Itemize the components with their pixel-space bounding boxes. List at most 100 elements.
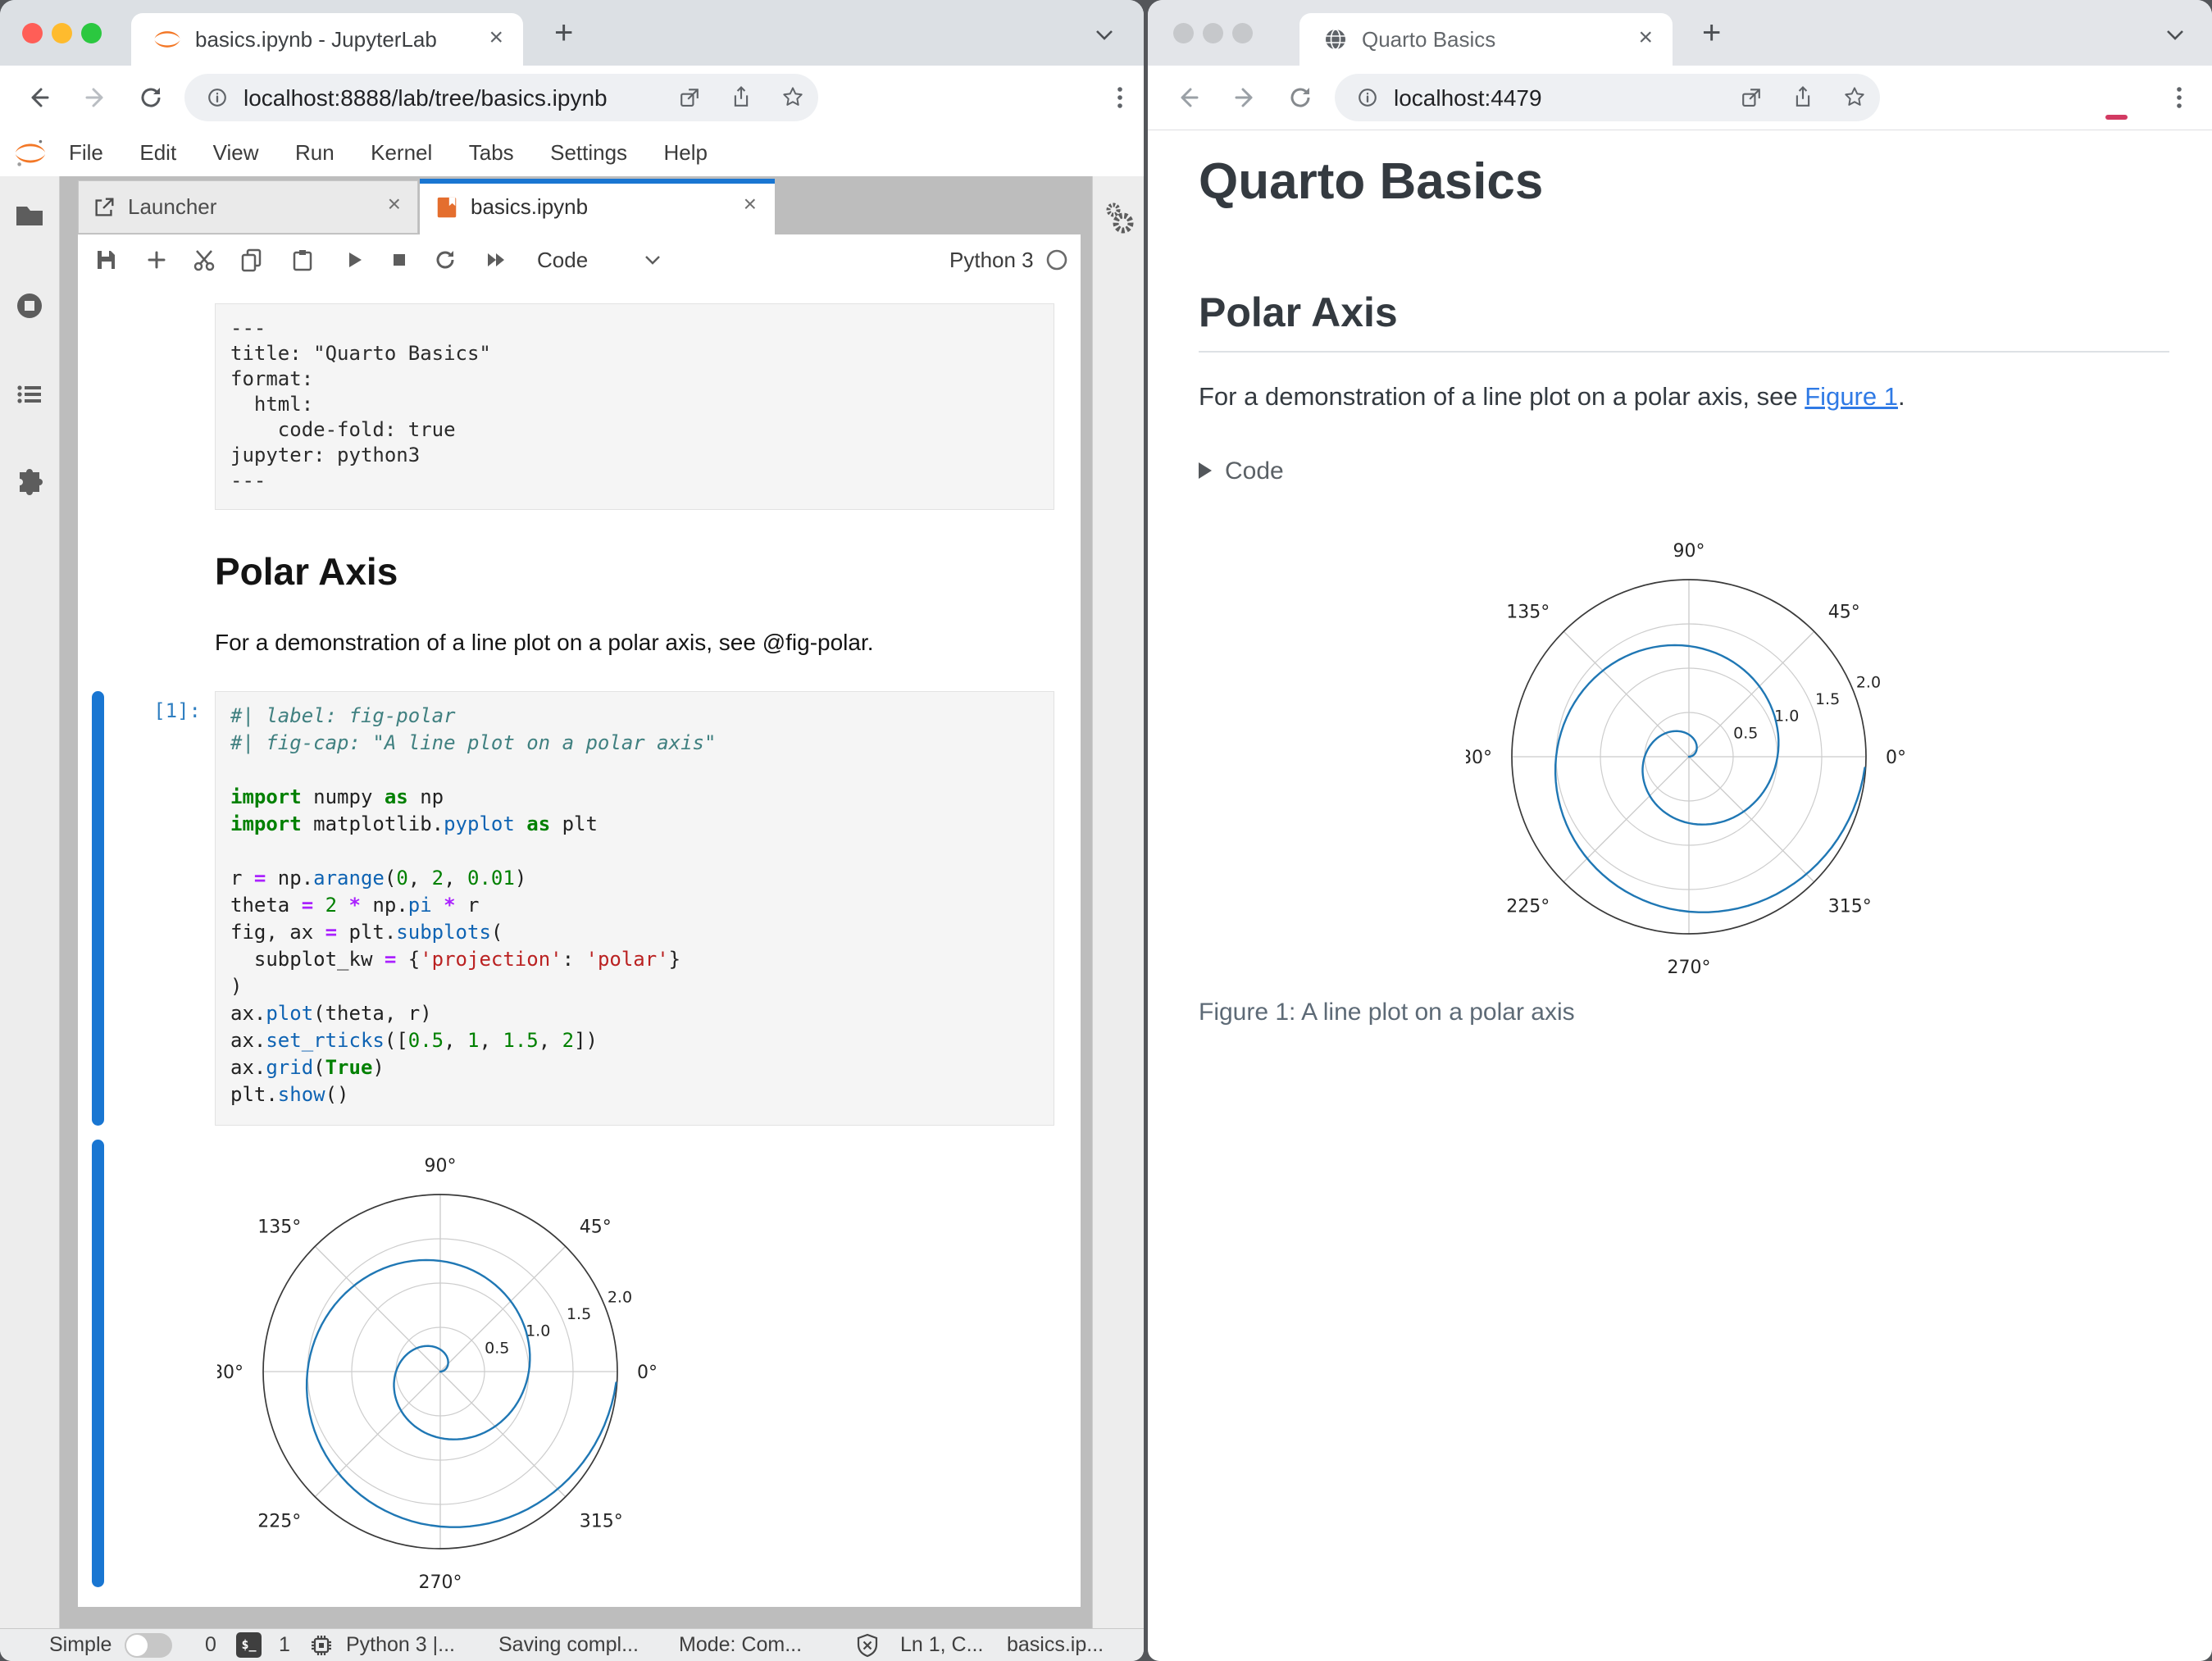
close-notebook-tab-icon[interactable]: × bbox=[744, 191, 757, 217]
menu-item-edit[interactable]: Edit bbox=[139, 130, 176, 176]
terminal-icon: $_ bbox=[236, 1632, 262, 1658]
add-cell-icon[interactable] bbox=[143, 247, 170, 273]
menu-item-help[interactable]: Help bbox=[664, 130, 708, 176]
code-editor[interactable]: #| label: fig-polar #| fig-cap: "A line p… bbox=[216, 692, 1054, 1119]
kernels-count[interactable]: 1 bbox=[279, 1633, 290, 1657]
menu-item-tabs[interactable]: Tabs bbox=[469, 130, 514, 176]
cell-type-dropdown[interactable]: Code bbox=[537, 248, 588, 273]
right-sidebar-strip bbox=[1092, 176, 1144, 1630]
kernel-name-label[interactable]: Python 3 bbox=[949, 248, 1034, 273]
jupyterlab-browser-window: basics.ipynb - JupyterLab × + localhost:… bbox=[0, 0, 1144, 1661]
running-kernels-icon[interactable] bbox=[13, 289, 46, 322]
jupyterlab-dock: Launcher × basics.ipynb × Code Python 3 … bbox=[0, 176, 1144, 1630]
restart-kernel-icon[interactable] bbox=[432, 247, 458, 273]
file-browser-icon[interactable] bbox=[13, 199, 46, 232]
menu-item-view[interactable]: View bbox=[213, 130, 259, 176]
browser-toolbar: localhost:4479 bbox=[1148, 66, 2212, 130]
back-icon[interactable] bbox=[25, 83, 54, 112]
kernel-chip-icon bbox=[312, 1636, 331, 1655]
maximize-window-button[interactable] bbox=[81, 23, 102, 43]
svg-text:180°: 180° bbox=[1466, 748, 1492, 768]
svg-text:270°: 270° bbox=[1668, 958, 1711, 978]
tab-notebook-basics[interactable]: basics.ipynb × bbox=[420, 179, 775, 235]
simple-mode-toggle[interactable] bbox=[125, 1633, 172, 1658]
forward-icon[interactable] bbox=[80, 83, 110, 112]
reload-icon[interactable] bbox=[136, 83, 166, 112]
body-paragraph: For a demonstration of a line plot on a … bbox=[1199, 382, 1905, 412]
kernel-status-text[interactable]: Python 3 |... bbox=[346, 1633, 455, 1657]
cursor-position[interactable]: Ln 1, C... bbox=[900, 1633, 983, 1657]
notebook-toolbar: Code Python 3 bbox=[78, 234, 1081, 286]
address-bar[interactable]: localhost:4479 bbox=[1335, 74, 1880, 121]
reload-icon[interactable] bbox=[1286, 83, 1315, 112]
kernel-status-icon[interactable] bbox=[1044, 247, 1070, 273]
browser-menu-dots-icon[interactable] bbox=[1105, 83, 1135, 112]
open-in-new-icon[interactable] bbox=[1738, 85, 1764, 111]
input-collapser-bar[interactable] bbox=[92, 691, 104, 1126]
code-cell[interactable]: #| label: fig-polar #| fig-cap: "A line p… bbox=[215, 691, 1054, 1126]
back-icon[interactable] bbox=[1174, 83, 1204, 112]
cell-type-chevron-icon[interactable] bbox=[642, 253, 663, 269]
property-inspector-gears-icon[interactable] bbox=[1100, 199, 1138, 237]
section-divider bbox=[1199, 351, 2169, 353]
forward-icon[interactable] bbox=[1230, 83, 1259, 112]
output-collapser-bar[interactable] bbox=[92, 1140, 104, 1587]
raw-cell[interactable]: --- title: "Quarto Basics" format: html:… bbox=[215, 303, 1054, 510]
share-icon[interactable] bbox=[728, 84, 754, 111]
extension-manager-icon[interactable] bbox=[13, 465, 46, 498]
saving-status[interactable]: Saving compl... bbox=[498, 1633, 639, 1657]
open-in-new-icon[interactable] bbox=[676, 85, 703, 111]
simple-mode-label: Simple bbox=[49, 1633, 112, 1656]
quarto-browser-window: Quarto Basics × + localhost:4479 Quarto … bbox=[1148, 0, 2212, 1661]
new-tab-button[interactable]: + bbox=[554, 16, 573, 49]
save-icon[interactable] bbox=[93, 247, 119, 273]
close-launcher-tab-icon[interactable]: × bbox=[388, 191, 401, 217]
maximize-window-button[interactable] bbox=[1232, 23, 1253, 43]
terminals-count[interactable]: 0 bbox=[205, 1633, 216, 1657]
share-icon[interactable] bbox=[1790, 84, 1816, 111]
minimize-window-button[interactable] bbox=[1203, 23, 1223, 43]
interrupt-kernel-icon[interactable] bbox=[386, 247, 412, 273]
figure-1-link[interactable]: Figure 1 bbox=[1805, 382, 1898, 411]
close-tab-icon[interactable]: × bbox=[1638, 24, 1653, 52]
copy-cells-icon[interactable] bbox=[239, 247, 265, 273]
tab-search-chevron-icon[interactable] bbox=[2163, 28, 2187, 44]
trust-shield-icon[interactable] bbox=[854, 1632, 881, 1659]
menu-item-settings[interactable]: Settings bbox=[550, 130, 627, 176]
site-info-icon[interactable] bbox=[1354, 84, 1381, 111]
browser-toolbar: localhost:8888/lab/tree/basics.ipynb bbox=[0, 66, 1144, 130]
menu-item-kernel[interactable]: Kernel bbox=[371, 130, 432, 176]
browser-tab[interactable]: Quarto Basics × bbox=[1299, 13, 1673, 66]
close-window-button[interactable] bbox=[1173, 23, 1194, 43]
code-disclosure[interactable]: Code bbox=[1199, 457, 1284, 485]
svg-text:225°: 225° bbox=[257, 1512, 301, 1532]
cut-cells-icon[interactable] bbox=[191, 247, 217, 273]
new-tab-button[interactable]: + bbox=[1702, 16, 1721, 49]
address-bar[interactable]: localhost:8888/lab/tree/basics.ipynb bbox=[184, 74, 818, 121]
minimize-window-button[interactable] bbox=[52, 23, 72, 43]
site-info-icon[interactable] bbox=[204, 84, 230, 111]
svg-text:270°: 270° bbox=[419, 1572, 462, 1593]
close-tab-icon[interactable]: × bbox=[489, 24, 503, 52]
menu-item-run[interactable]: Run bbox=[295, 130, 335, 176]
browser-tab[interactable]: basics.ipynb - JupyterLab × bbox=[131, 13, 523, 66]
tab-search-chevron-icon[interactable] bbox=[1092, 28, 1117, 44]
table-of-contents-icon[interactable] bbox=[13, 378, 46, 411]
bookmark-star-icon[interactable] bbox=[780, 84, 806, 111]
statusbar-file-name[interactable]: basics.ip... bbox=[1007, 1633, 1104, 1657]
notebook-mode[interactable]: Mode: Com... bbox=[679, 1633, 802, 1657]
svg-text:1.0: 1.0 bbox=[526, 1322, 550, 1340]
section-heading: Polar Axis bbox=[1199, 289, 1398, 335]
restart-run-all-icon[interactable] bbox=[483, 247, 509, 273]
tab-launcher[interactable]: Launcher × bbox=[78, 180, 418, 234]
close-window-button[interactable] bbox=[22, 23, 43, 43]
paste-cells-icon[interactable] bbox=[289, 247, 316, 273]
svg-text:0.5: 0.5 bbox=[485, 1339, 509, 1357]
bookmark-star-icon[interactable] bbox=[1841, 84, 1868, 111]
browser-menu-dots-icon[interactable] bbox=[2164, 83, 2194, 112]
svg-text:1.5: 1.5 bbox=[567, 1305, 591, 1323]
tab-title: basics.ipynb - JupyterLab bbox=[195, 27, 437, 52]
menu-item-file[interactable]: File bbox=[69, 130, 103, 176]
svg-text:1.0: 1.0 bbox=[1774, 708, 1799, 726]
run-cell-icon[interactable] bbox=[340, 247, 366, 273]
